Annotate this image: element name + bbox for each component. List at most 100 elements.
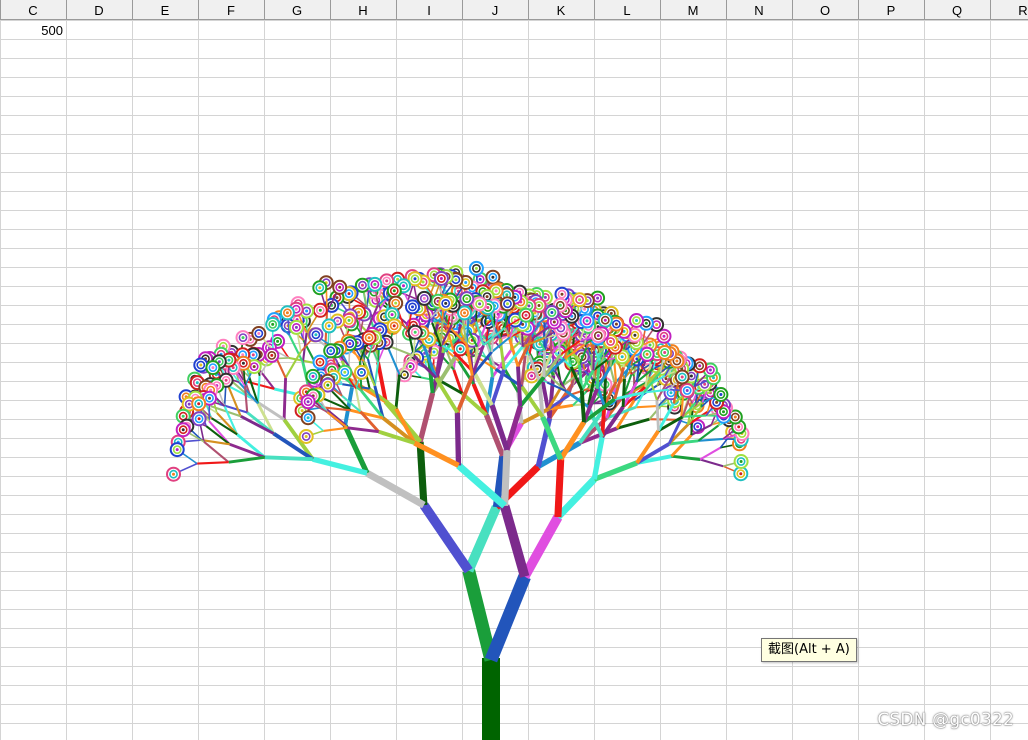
- tree-branch: [621, 378, 626, 407]
- column-header-K[interactable]: K: [557, 3, 566, 18]
- tree-branch: [579, 390, 586, 423]
- tree-branch: [671, 454, 701, 461]
- tree-leaf: [312, 280, 328, 296]
- cell-C1[interactable]: 500: [41, 23, 63, 38]
- tree-leaf: [235, 330, 251, 346]
- tree-branch: [499, 504, 530, 578]
- column-header-G[interactable]: G: [292, 3, 302, 18]
- tree-leaf: [361, 330, 377, 346]
- fractal-tree-drawing: [166, 260, 750, 740]
- tree-leaf: [433, 271, 449, 286]
- tree-leaf: [590, 328, 606, 344]
- tree-leaf: [300, 410, 316, 426]
- tree-leaf: [459, 291, 475, 307]
- spreadsheet-canvas[interactable]: C D E F G H I J K L M N O P Q R 500: [0, 0, 1028, 740]
- tree-leaf: [305, 368, 321, 384]
- tree-leaf: [386, 318, 402, 334]
- column-header-row[interactable]: C D E F G H I J K L M N O P Q R: [0, 0, 1028, 20]
- header-background: [0, 0, 1028, 20]
- tree-leaf: [386, 283, 402, 299]
- tree-branch: [555, 476, 597, 520]
- tree-leaf: [298, 429, 314, 444]
- tree-leaf: [321, 318, 337, 334]
- tree-branch: [655, 400, 660, 431]
- tree-branch: [264, 455, 313, 462]
- tree-leaf: [468, 260, 484, 276]
- tree-branch: [365, 470, 426, 509]
- tree-leaf: [572, 292, 588, 308]
- tree-branch: [682, 414, 707, 418]
- screenshot-tooltip: 截图(Alt + A): [761, 638, 857, 662]
- tree-branch: [516, 366, 523, 407]
- tree-leaf: [657, 345, 673, 360]
- column-header-N[interactable]: N: [754, 3, 763, 18]
- tree-leaf: [367, 276, 383, 292]
- tree-leaf: [500, 296, 515, 312]
- tree-branch: [373, 361, 380, 387]
- tree-leaf: [288, 319, 304, 335]
- tree-leaf: [265, 316, 281, 332]
- tree-branch: [282, 377, 288, 420]
- tree-branch: [228, 455, 265, 464]
- tree-branch: [549, 328, 553, 354]
- column-header-L[interactable]: L: [623, 3, 630, 18]
- tree-branch: [236, 433, 266, 459]
- tree-branch: [323, 426, 348, 432]
- tree-branch: [520, 514, 563, 579]
- tree-leaf: [457, 305, 472, 321]
- tree-leaf: [579, 313, 595, 329]
- tree-leaf: [354, 364, 369, 380]
- column-header-R[interactable]: R: [1018, 3, 1027, 18]
- tree-branch: [197, 461, 229, 465]
- tree-leaf: [639, 346, 655, 362]
- column-header-E[interactable]: E: [161, 3, 170, 18]
- column-header-D[interactable]: D: [94, 3, 103, 18]
- column-header-I[interactable]: I: [427, 3, 431, 18]
- column-header-P[interactable]: P: [887, 3, 896, 18]
- tree-leaf: [312, 302, 328, 318]
- tree-leaf: [191, 396, 207, 412]
- tree-leaf: [175, 422, 191, 438]
- column-header-F[interactable]: F: [227, 3, 235, 18]
- tree-leaf: [407, 324, 423, 340]
- tree-leaf: [629, 313, 644, 328]
- tree-branch: [464, 505, 501, 573]
- tree-leaf: [332, 279, 348, 295]
- tree-leaf: [733, 466, 749, 482]
- tree-leaf: [166, 466, 181, 482]
- tree-leaf: [169, 442, 185, 458]
- column-header-C[interactable]: C: [28, 3, 37, 18]
- tree-leaf: [264, 347, 280, 363]
- tree-leaf: [518, 307, 534, 323]
- tree-leaf: [300, 394, 316, 410]
- column-header-M[interactable]: M: [688, 3, 699, 18]
- tree-branch: [592, 350, 596, 371]
- tree-branch: [635, 404, 659, 409]
- column-header-H[interactable]: H: [358, 3, 367, 18]
- tree-branch: [390, 345, 415, 357]
- column-header-Q[interactable]: Q: [952, 3, 962, 18]
- column-header-O[interactable]: O: [820, 3, 830, 18]
- tree-leaf: [416, 290, 432, 306]
- tree-leaf: [355, 277, 370, 293]
- tree-leaf: [323, 343, 339, 359]
- tree-branch: [256, 375, 261, 404]
- tree-leaf: [312, 354, 328, 370]
- tree-leaf: [191, 411, 207, 427]
- tree-leaf: [472, 296, 488, 312]
- column-header-J[interactable]: J: [492, 3, 499, 18]
- cell-grid[interactable]: [0, 0, 1028, 740]
- tree-branch: [501, 449, 511, 506]
- tree-leaf: [251, 326, 267, 341]
- tree-branch: [387, 347, 401, 375]
- tree-leaf: [597, 312, 613, 328]
- tree-branch: [454, 412, 462, 466]
- cell-values[interactable]: 500: [41, 23, 63, 38]
- tree-branch: [602, 378, 607, 406]
- tree-leaf: [279, 305, 295, 321]
- tree-branch: [229, 442, 266, 459]
- tree-leaf: [193, 357, 209, 373]
- tree-leaf: [674, 369, 690, 385]
- tree-leaf: [679, 383, 695, 398]
- tree-leaf: [485, 269, 501, 285]
